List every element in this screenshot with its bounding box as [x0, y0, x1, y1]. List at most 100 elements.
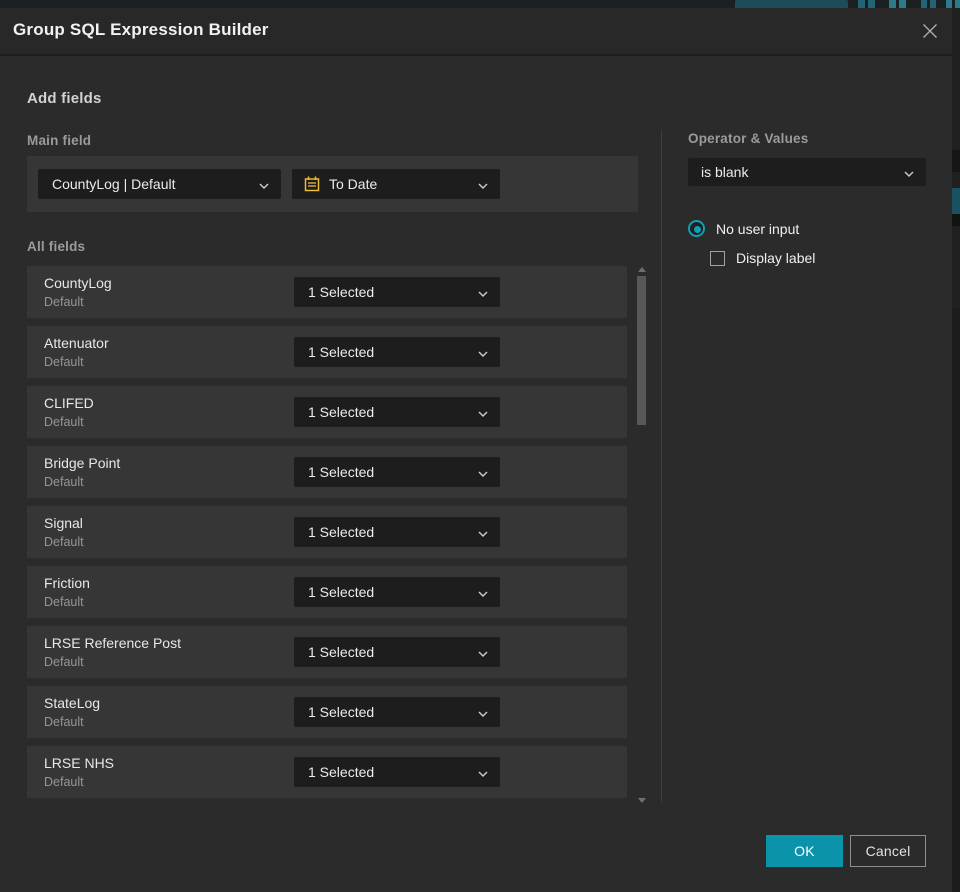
- field-name: LRSE Reference Post: [44, 635, 181, 651]
- field-selected-value: 1 Selected: [308, 344, 375, 360]
- field-name: LRSE NHS: [44, 755, 115, 771]
- field-subtitle: Default: [44, 775, 84, 789]
- field-name: StateLog: [44, 695, 101, 711]
- field-subtitle: Default: [44, 475, 84, 489]
- ok-button[interactable]: OK: [766, 835, 843, 867]
- no-user-input-label: No user input: [716, 220, 800, 237]
- background-fragment: [952, 308, 960, 892]
- field-selected-dropdown[interactable]: 1 Selected: [294, 577, 500, 607]
- main-field-select-value: CountyLog | Default: [52, 176, 176, 192]
- field-selected-dropdown[interactable]: 1 Selected: [294, 457, 500, 487]
- live-view-button[interactable]: Live view: [735, 0, 848, 8]
- field-selected-dropdown[interactable]: 1 Selected: [294, 337, 500, 367]
- group-sql-expression-builder-dialog: Group SQL Expression Builder Add fields …: [0, 8, 952, 892]
- field-selected-dropdown[interactable]: 1 Selected: [294, 637, 500, 667]
- field-selected-value: 1 Selected: [308, 584, 375, 600]
- field-row: Friction Default 1 Selected: [27, 566, 627, 618]
- background-chart-bar-icon: [858, 0, 865, 8]
- field-name: Attenuator: [44, 335, 109, 351]
- field-selected-value: 1 Selected: [308, 764, 375, 780]
- field-selected-value: 1 Selected: [308, 704, 375, 720]
- field-subtitle: Default: [44, 655, 84, 669]
- field-row: Attenuator Default 1 Selected: [27, 326, 627, 378]
- background-teal-fragment: [952, 188, 960, 214]
- field-name: Bridge Point: [44, 455, 121, 471]
- field-name: Signal: [44, 515, 83, 531]
- field-subtitle: Default: [44, 595, 84, 609]
- background-chart-bar-icon: [921, 0, 927, 8]
- live-view-label: Live view: [759, 6, 808, 8]
- field-row: Signal Default 1 Selected: [27, 506, 627, 558]
- all-fields-list: CountyLog Default 1 Selected Attenuator …: [27, 266, 627, 806]
- add-fields-heading: Add fields: [27, 90, 102, 107]
- operator-values-heading: Operator & Values: [688, 131, 809, 146]
- field-selected-dropdown[interactable]: 1 Selected: [294, 757, 500, 787]
- chevron-down-icon: [478, 644, 488, 660]
- field-name: Friction: [44, 575, 90, 591]
- no-user-input-radio[interactable]: No user input: [688, 220, 799, 237]
- field-selected-dropdown[interactable]: 1 Selected: [294, 517, 500, 547]
- field-selected-value: 1 Selected: [308, 524, 375, 540]
- background-chart-bar-icon: [930, 0, 936, 8]
- background-fragment: [952, 150, 960, 172]
- chevron-down-icon: [478, 344, 488, 360]
- all-fields-label: All fields: [27, 239, 86, 254]
- field-selected-value: 1 Selected: [308, 464, 375, 480]
- chevron-down-icon: [904, 164, 914, 180]
- checkbox-unchecked-icon: [710, 250, 725, 266]
- field-selected-value: 1 Selected: [308, 404, 375, 420]
- dialog-title: Group SQL Expression Builder: [13, 20, 269, 39]
- display-label-checkbox[interactable]: Display label: [710, 250, 815, 266]
- list-scrollbar[interactable]: [636, 264, 648, 806]
- field-selected-value: 1 Selected: [308, 644, 375, 660]
- background-chart-bar-icon: [899, 0, 906, 8]
- cancel-button[interactable]: Cancel: [850, 835, 926, 867]
- field-name: CLIFED: [44, 395, 94, 411]
- field-row: CLIFED Default 1 Selected: [27, 386, 627, 438]
- dialog-header: Group SQL Expression Builder: [0, 8, 952, 56]
- field-row: CountyLog Default 1 Selected: [27, 266, 627, 318]
- background-chart-bar-icon: [946, 0, 952, 8]
- chevron-down-icon: [478, 764, 488, 780]
- field-subtitle: Default: [44, 355, 84, 369]
- main-field-select[interactable]: CountyLog | Default: [38, 169, 281, 199]
- close-icon[interactable]: [921, 22, 939, 40]
- operator-select-value: is blank: [701, 164, 749, 180]
- field-subtitle: Default: [44, 715, 84, 729]
- chevron-down-icon: [478, 404, 488, 420]
- radio-selected-icon: [688, 220, 705, 237]
- main-field-panel: CountyLog | Default To Date: [27, 156, 638, 212]
- chevron-down-icon: [478, 284, 488, 300]
- scroll-up-icon[interactable]: [638, 267, 646, 272]
- calendar-icon: [304, 176, 320, 192]
- field-row: Bridge Point Default 1 Selected: [27, 446, 627, 498]
- display-label-text: Display label: [736, 250, 816, 266]
- chevron-down-icon: [478, 176, 488, 192]
- background-chart-bar-icon: [955, 0, 960, 8]
- screen: Live view Group SQL Expression Builder: [0, 0, 960, 892]
- field-selected-dropdown[interactable]: 1 Selected: [294, 397, 500, 427]
- chevron-down-icon: [259, 176, 269, 192]
- scrollbar-thumb[interactable]: [637, 276, 646, 425]
- field-selected-value: 1 Selected: [308, 284, 375, 300]
- main-field-type-select[interactable]: To Date: [292, 169, 500, 199]
- field-subtitle: Default: [44, 415, 84, 429]
- scroll-down-icon[interactable]: [638, 798, 646, 803]
- background-chart-bar-icon: [868, 0, 875, 8]
- chevron-down-icon: [478, 584, 488, 600]
- main-field-label: Main field: [27, 133, 92, 148]
- field-row: StateLog Default 1 Selected: [27, 686, 627, 738]
- background-right-strip: [952, 8, 960, 892]
- column-divider: [661, 130, 662, 802]
- field-row: LRSE NHS Default 1 Selected: [27, 746, 627, 798]
- chevron-down-icon: [478, 464, 488, 480]
- background-fragment: [952, 214, 960, 226]
- chevron-down-icon: [478, 524, 488, 540]
- field-subtitle: Default: [44, 295, 84, 309]
- operator-select[interactable]: is blank: [688, 158, 926, 186]
- background-toolbar-strip: Live view: [0, 0, 960, 8]
- field-row: LRSE Reference Post Default 1 Selected: [27, 626, 627, 678]
- field-selected-dropdown[interactable]: 1 Selected: [294, 277, 500, 307]
- field-selected-dropdown[interactable]: 1 Selected: [294, 697, 500, 727]
- main-field-type-value: To Date: [329, 176, 378, 192]
